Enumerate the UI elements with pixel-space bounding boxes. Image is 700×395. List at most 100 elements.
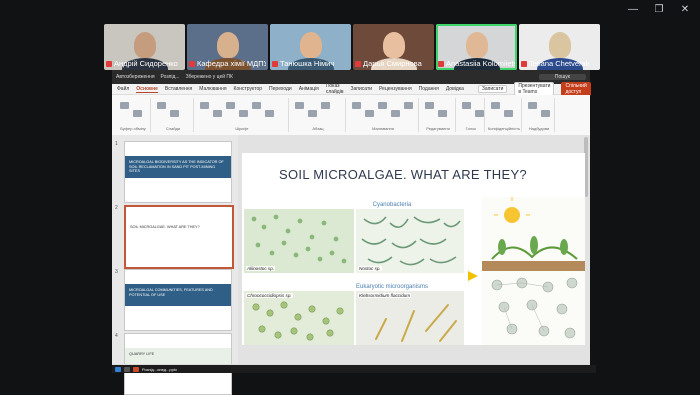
ribbon-command-icon[interactable] [404,102,413,109]
slide-thumbnail[interactable]: SOIL MICROALGAE. WHAT ARE THEY? [124,205,234,269]
ribbon-group-label: Абзац [312,126,324,131]
ribbon-command-icon[interactable] [365,110,374,117]
ribbon-tab[interactable]: Показ слайдів [326,83,344,95]
present-teams-button[interactable]: Презентувати в Teams [514,82,555,96]
ribbon-group-label: Надбудови [528,126,550,131]
ribbon-group-label: Голос [465,126,477,131]
workspace: 1 MICROALGAL BIODIVERSITY AS THE INDICATO… [112,135,590,395]
ribbon-tab[interactable]: Подання [419,86,439,92]
participant-name: Дарья Смирнова [363,59,422,68]
participant-tile[interactable]: Танюшка Німич [270,24,351,70]
ribbon-command-icon[interactable] [170,110,179,117]
ribbon-command-icon[interactable] [352,102,361,109]
mic-muted-icon [106,60,112,67]
ribbon-group-label: Конфіденційність [487,126,521,131]
participant-face [465,32,488,58]
caption-aliinostoc: Aliinostoc sp. [246,266,276,271]
ribbon-group-label: Буфер обміну [120,126,146,131]
mic-muted-icon [272,60,278,67]
aliinostoc-cells [251,214,347,264]
ribbon-tab[interactable]: Файл [117,86,129,92]
ribbon-group-label: Малювання [372,126,394,131]
mic-muted-icon [189,60,195,67]
ribbon-command-icon[interactable] [475,110,484,117]
ribbon-command-icon[interactable] [504,110,513,117]
ribbon-command-icon[interactable] [528,102,537,109]
ribbon-command-icon[interactable] [157,102,166,109]
participant-tile[interactable]: Tetiana Chetverak [519,24,600,70]
slide-thumbnail[interactable]: MICROALGAL COMMUNITIES, FEATURES AND POT… [124,269,232,331]
minimize-icon[interactable]: — [626,4,640,15]
window-controls: — ❐ ✕ [626,4,692,15]
ribbon-command-icon[interactable] [425,102,434,109]
soil-ecosystem-diagram [482,197,585,345]
current-slide[interactable]: SOIL MICROALGAE. WHAT ARE THEY? Cyanobac… [242,153,585,345]
ribbon-tab[interactable]: Вставлення [165,86,192,92]
chroococcidiopsis-micrograph: Chroococcidiopsis sp. [244,291,354,345]
ribbon-tab[interactable]: Анімація [299,86,319,92]
ribbon-tab[interactable]: Довідка [446,86,464,92]
taskbar-file[interactable]: Розпід...ипед...pptx [142,367,177,372]
participant-tile[interactable]: Дарья Смирнова [353,24,434,70]
ribbon-command-icon[interactable] [541,110,550,117]
restore-icon[interactable]: ❐ [652,4,666,15]
klebsormidium-micrograph: Klebsormidium flaccidum [356,291,464,345]
slide-thumbnails[interactable]: 1 MICROALGAL BIODIVERSITY AS THE INDICATO… [112,135,238,395]
ribbon-tab[interactable]: Рецензування [379,86,412,92]
search-icon[interactable] [124,366,130,372]
ribbon-tab[interactable]: Основне [136,86,158,93]
ribbon-command-icon[interactable] [239,110,248,117]
ribbon-command-icon[interactable] [491,102,500,109]
search-box[interactable]: Пошук [538,74,586,80]
ribbon-command-icon[interactable] [391,110,400,117]
participant-tile[interactable]: Андрій Сидоренко [104,24,185,70]
ribbon-group-label: Шрифт [235,126,249,131]
ribbon-command-icon[interactable] [213,110,222,117]
ribbon-command-icon[interactable] [378,102,387,109]
ribbon-command-icon[interactable] [120,102,129,109]
ribbon-command-icon[interactable] [133,110,142,117]
participant-face [382,32,405,58]
ribbon-group: Малювання [348,98,419,132]
participant-name: Танюшка Німич [280,59,335,68]
ribbon-command-icon[interactable] [252,102,261,109]
ribbon-group: Конфіденційність [487,98,522,132]
ribbon-tab[interactable]: Записати [351,86,373,92]
participant-name-bar: Андрій Сидоренко [106,59,183,68]
ribbon-command-icon[interactable] [265,110,274,117]
start-icon[interactable] [115,366,121,372]
participant-name-bar: Дарья Смирнова [355,59,432,68]
ribbon-group-label: Редагування [426,126,450,131]
ribbon-tab[interactable]: Переходи [269,86,292,92]
participant-tile[interactable]: Кафедра хімії МДПУ [187,24,268,70]
ribbon-command-icon[interactable] [308,110,317,117]
ribbon-command-icon[interactable] [321,102,330,109]
ribbon-tab[interactable]: Малювання [199,86,226,92]
ribbon-command-icon[interactable] [226,102,235,109]
participant-face [299,32,322,58]
participant-name: Tetiana Chetverak [529,59,590,68]
participant-tile[interactable]: Anastasiia Kolomiiets [436,24,517,70]
ribbon-command-icon[interactable] [462,102,471,109]
participant-name-bar: Anastasiia Kolomiiets [438,59,515,68]
ribbon-group: Надбудови [524,98,555,132]
caption-klebsormidium: Klebsormidium flaccidum [358,293,412,298]
ribbon: Буфер обміну Слайди Шрифт Абзац Малювання Ред… [112,95,590,136]
slide-canvas: SOIL MICROALGAE. WHAT ARE THEY? Cyanobac… [238,135,590,365]
record-button[interactable]: Записати [477,85,508,93]
participant-name-bar: Tetiana Chetverak [521,59,598,68]
close-icon[interactable]: ✕ [678,4,692,15]
ribbon-command-icon[interactable] [200,102,209,109]
ribbon-group-label: Слайди [165,126,181,131]
share-button[interactable]: Спільний доступ [561,82,591,96]
ribbon-command-icon[interactable] [438,110,447,117]
powerpoint-window: Автозбереження Розпід... Збережено у цей… [112,70,591,395]
thumbnail-title: MICROALGAL COMMUNITIES, FEATURES AND POT… [129,288,213,297]
slide-number: 3 [115,269,118,275]
ribbon-tab[interactable]: Конструктор [234,86,263,92]
powerpoint-icon[interactable] [133,366,139,372]
slide-thumbnail[interactable]: MICROALGAL BIODIVERSITY AS THE INDICATOR… [124,141,232,203]
autosave-label[interactable]: Автозбереження [116,74,155,80]
mic-muted-icon [521,60,527,67]
ribbon-command-icon[interactable] [295,102,304,109]
